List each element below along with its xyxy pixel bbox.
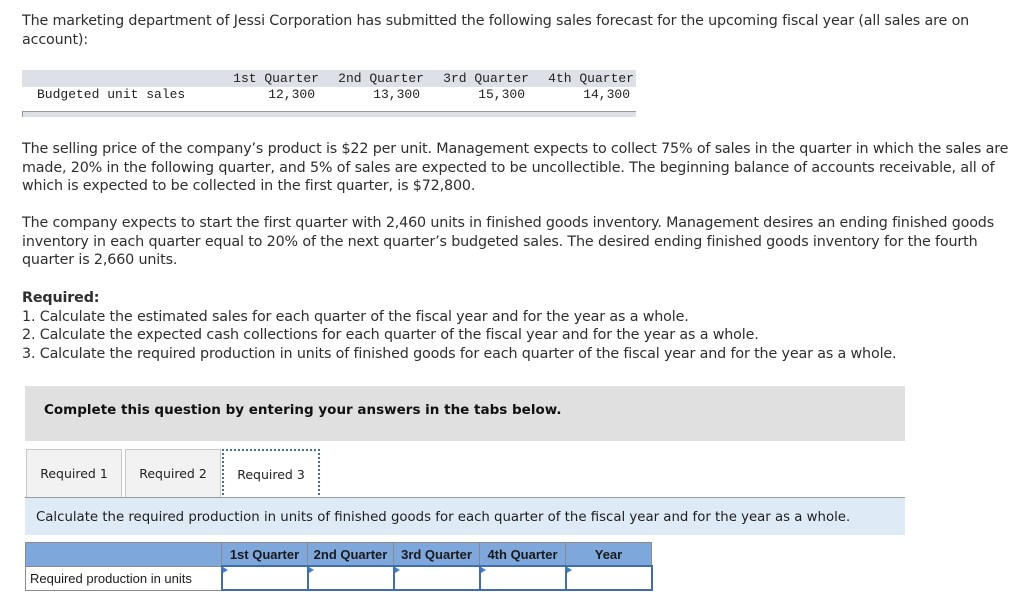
forecast-col-header: 2nd Quarter xyxy=(338,71,424,86)
forecast-row-label: Budgeted unit sales xyxy=(37,87,186,102)
answer-col-header: Year xyxy=(565,542,652,567)
answer-col-header-blank xyxy=(25,542,222,567)
forecast-col-header: 1st Quarter xyxy=(233,71,319,86)
q1-production-input[interactable] xyxy=(222,567,307,589)
tab-required-2[interactable]: Required 2 xyxy=(125,449,221,497)
q4-production-input[interactable] xyxy=(480,567,565,589)
forecast-table-footer xyxy=(22,111,636,117)
input-cell xyxy=(306,565,395,591)
answer-col-header: 1st Quarter xyxy=(221,542,308,567)
q2-production-input[interactable] xyxy=(308,567,393,589)
q3-production-input[interactable] xyxy=(394,567,479,589)
tab-label: Required 3 xyxy=(237,466,305,482)
answer-col-header: 2nd Quarter xyxy=(307,542,394,567)
answer-header-row: 1st Quarter 2nd Quarter 3rd Quarter 4th … xyxy=(25,542,652,567)
forecast-value: 13,300 xyxy=(373,87,420,102)
tab-label: Required 1 xyxy=(40,466,108,481)
task-text: Calculate the required production in uni… xyxy=(36,510,851,525)
row-label: Required production in units xyxy=(25,565,222,591)
forecast-value: 15,300 xyxy=(478,87,525,102)
inventory-paragraph: The company expects to start the first q… xyxy=(22,215,995,268)
answer-col-header: 4th Quarter xyxy=(479,542,566,567)
table-row: Required production in units xyxy=(25,565,653,591)
required-item: 1. Calculate the estimated sales for eac… xyxy=(22,308,689,325)
input-cell xyxy=(564,565,653,591)
production-answer-table: 1st Quarter 2nd Quarter 3rd Quarter 4th … xyxy=(25,542,653,591)
forecast-value: 12,300 xyxy=(268,87,315,102)
forecast-value: 14,300 xyxy=(583,87,630,102)
intro-paragraph: The marketing department of Jessi Corpor… xyxy=(22,13,970,48)
input-cell xyxy=(220,565,309,591)
required-section: Required: 1. Calculate the estimated sal… xyxy=(22,289,1012,363)
year-production-input[interactable] xyxy=(566,567,651,589)
tab-required-3[interactable]: Required 3 xyxy=(222,449,320,499)
instruction-text: Complete this question by entering your … xyxy=(44,402,562,418)
tab-required-1[interactable]: Required 1 xyxy=(26,449,122,497)
instruction-box: Complete this question by entering your … xyxy=(25,386,905,441)
input-cell xyxy=(478,565,567,591)
required-item: 3. Calculate the required production in … xyxy=(22,345,897,362)
forecast-col-header: 3rd Quarter xyxy=(443,71,529,86)
required-heading: Required: xyxy=(22,290,100,306)
required-item: 2. Calculate the expected cash collectio… xyxy=(22,327,759,343)
price-paragraph: The selling price of the company’s produ… xyxy=(22,141,1009,194)
forecast-col-header: 4th Quarter xyxy=(548,71,634,86)
tab-label: Required 2 xyxy=(139,466,207,481)
input-cell xyxy=(392,565,481,591)
answer-col-header: 3rd Quarter xyxy=(393,542,480,567)
task-instruction-bar: Calculate the required production in uni… xyxy=(25,498,905,535)
